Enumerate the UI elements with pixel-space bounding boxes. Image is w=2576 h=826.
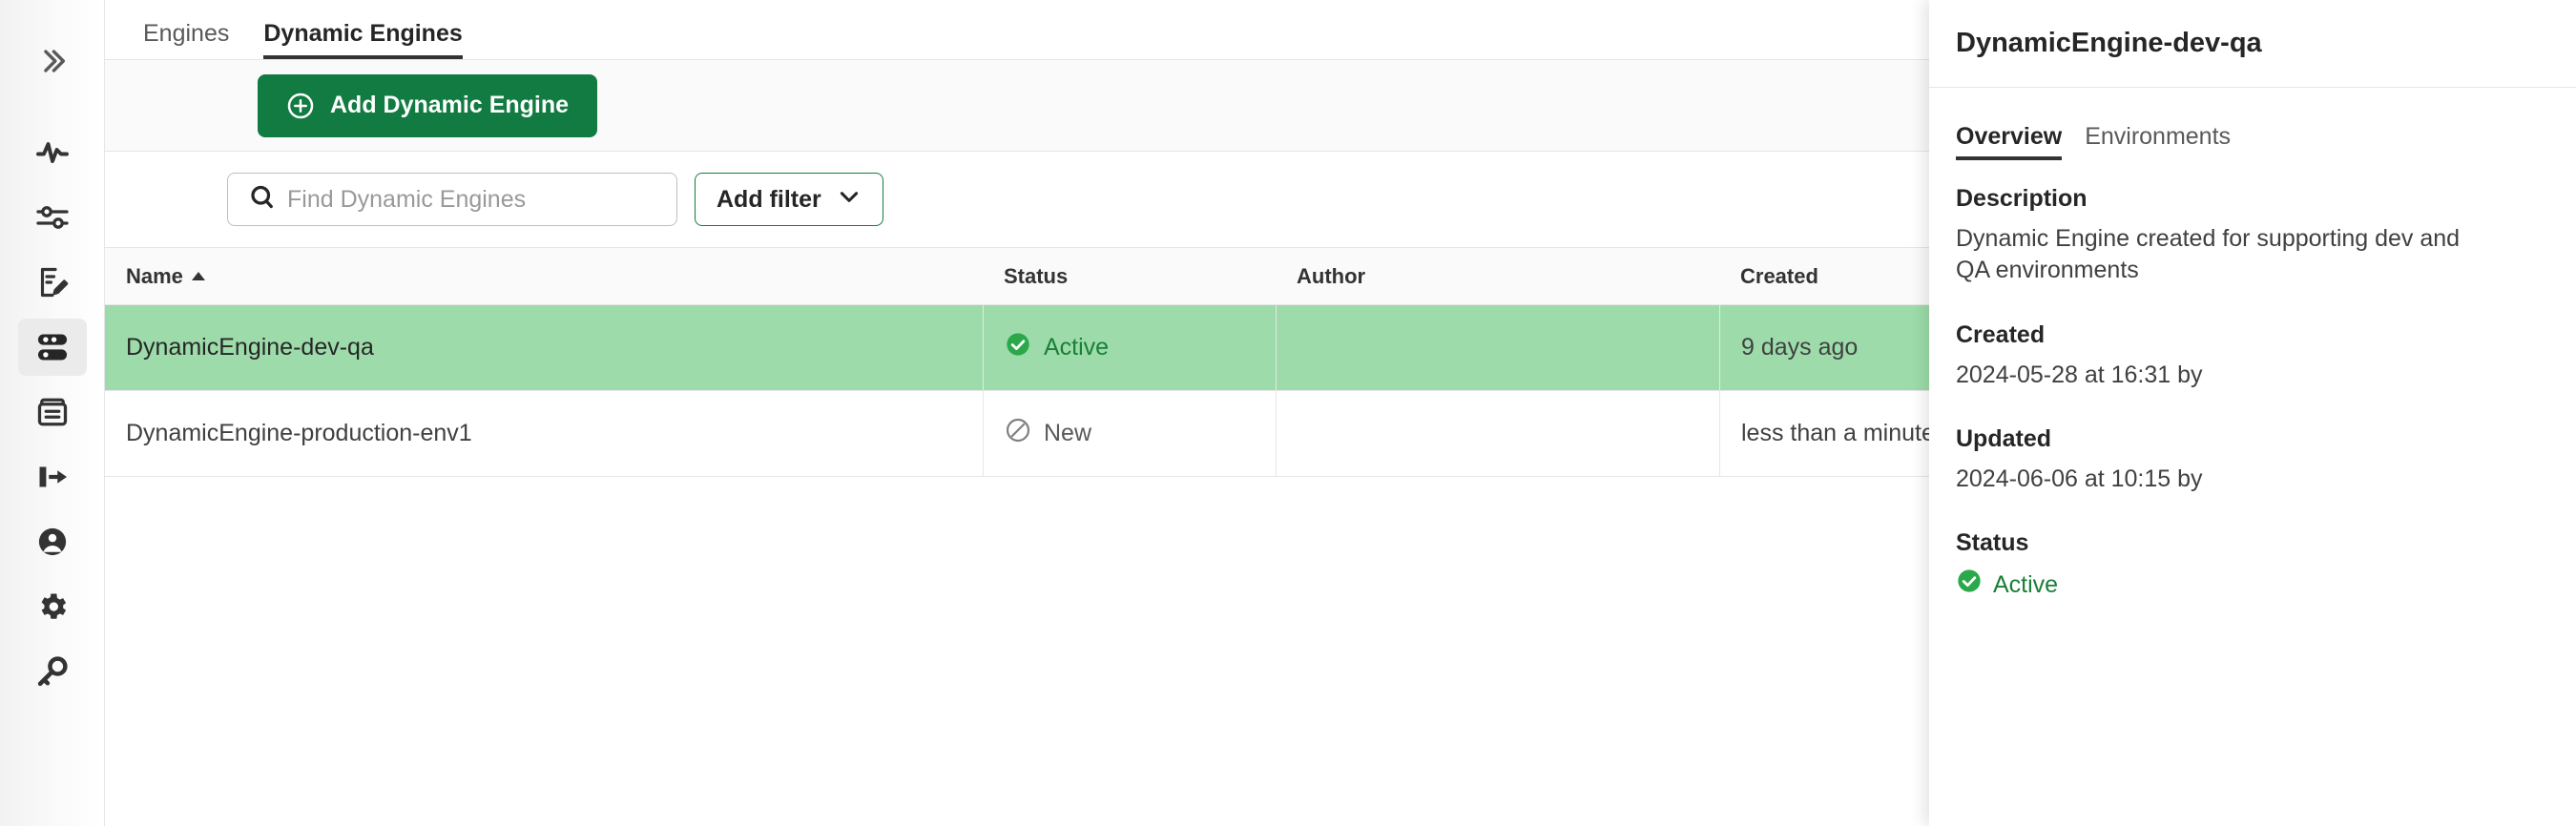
cell-name: DynamicEngine-production-env1 — [126, 420, 472, 446]
sidebar-item-monitoring[interactable] — [0, 120, 105, 185]
cell-author — [1276, 305, 1719, 390]
sidebar-item-users[interactable] — [0, 509, 105, 574]
gear-icon — [35, 589, 70, 624]
detail-panel-tabs: Overview Environments — [1929, 88, 2576, 160]
cell-status: New — [983, 391, 1276, 476]
plus-circle-icon — [286, 92, 315, 120]
field-label: Status — [1956, 529, 2029, 556]
tab-engines[interactable]: Engines — [126, 22, 246, 59]
detail-panel-header: DynamicEngine-dev-qa — [1929, 0, 2576, 88]
account-circle-icon — [35, 525, 70, 559]
sidebar-item-configuration[interactable] — [0, 185, 105, 250]
add-filter-label: Add filter — [717, 185, 821, 213]
field-updated: Updated 2024-06-06 at 10:15 by — [1956, 425, 2549, 495]
status-badge: Active — [1993, 571, 2059, 598]
sidebar-item-export[interactable] — [0, 444, 105, 509]
cell-name: DynamicEngine-dev-qa — [126, 334, 374, 361]
chevron-double-right-icon — [36, 45, 69, 82]
sidebar-item-archive[interactable] — [0, 380, 105, 444]
search-box — [227, 173, 677, 226]
check-circle-filled-icon — [1956, 568, 1983, 603]
activity-pulse-icon — [35, 135, 70, 170]
chevron-down-icon — [837, 184, 862, 216]
search-input[interactable] — [227, 173, 677, 226]
archive-box-icon — [35, 395, 70, 429]
sidebar-item-engines[interactable] — [0, 315, 105, 380]
server-stack-icon — [34, 329, 71, 365]
field-value: 2024-05-28 at 16:31 by — [1956, 361, 2203, 388]
field-label: Description — [1956, 185, 2088, 212]
export-arrow-icon — [35, 460, 70, 494]
cell-author — [1276, 391, 1719, 476]
field-value: 2024-06-06 at 10:15 by — [1956, 465, 2203, 492]
field-created: Created 2024-05-28 at 16:31 by — [1956, 321, 2549, 391]
document-edit-icon — [35, 265, 70, 299]
field-label: Updated — [1956, 424, 2051, 452]
status-badge: New — [1044, 420, 1092, 446]
field-status: Status Active — [1956, 529, 2549, 603]
sliders-settings-icon — [35, 200, 70, 235]
column-header-status[interactable]: Status — [983, 248, 1276, 304]
sidebar-item-settings[interactable] — [0, 574, 105, 639]
add-dynamic-engine-button[interactable]: Add Dynamic Engine — [258, 73, 598, 137]
column-header-name[interactable]: Name — [105, 248, 983, 304]
sidebar-item-editor[interactable] — [0, 250, 105, 315]
sort-ascending-icon — [191, 272, 205, 280]
circle-slash-icon — [1005, 417, 1031, 450]
status-badge: Active — [1044, 334, 1110, 361]
check-circle-filled-icon — [1005, 331, 1031, 364]
tab-dynamic-engines[interactable]: Dynamic Engines — [246, 22, 479, 59]
add-filter-button[interactable]: Add filter — [695, 173, 883, 226]
tab-overview[interactable]: Overview — [1956, 125, 2073, 160]
add-dynamic-engine-label: Add Dynamic Engine — [330, 92, 570, 118]
field-label: Created — [1956, 320, 2046, 348]
field-value: Active — [1956, 568, 2490, 603]
sidebar-nav-list — [0, 120, 105, 704]
left-sidebar — [0, 0, 105, 826]
field-value: Dynamic Engine created for supporting de… — [1956, 225, 2461, 284]
column-header-author[interactable]: Author — [1276, 248, 1719, 304]
cell-status: Active — [983, 305, 1276, 390]
tab-environments[interactable]: Environments — [2073, 125, 2242, 160]
sidebar-item-credentials[interactable] — [0, 639, 105, 704]
detail-panel-body: Description Dynamic Engine created for s… — [1929, 160, 2576, 637]
sidebar-expand-button[interactable] — [0, 34, 105, 92]
detail-panel-title: DynamicEngine-dev-qa — [1956, 28, 2262, 58]
key-icon — [35, 654, 70, 689]
detail-panel: DynamicEngine-dev-qa Overview Environmen… — [1929, 0, 2576, 826]
field-description: Description Dynamic Engine created for s… — [1956, 185, 2549, 287]
